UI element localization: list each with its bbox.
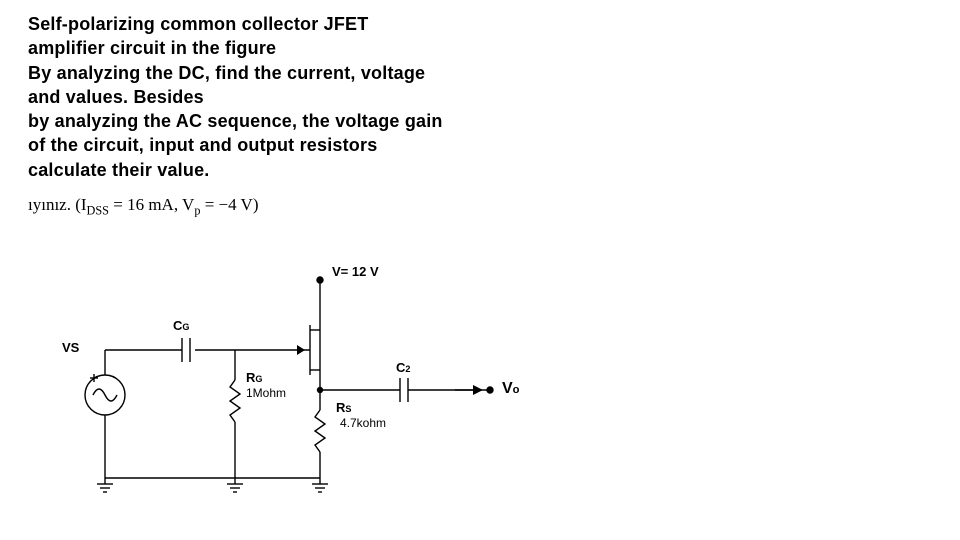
label-vo: Vo [502,380,520,398]
label-supply: V= 12 V [332,264,379,279]
label-c2: C2 [396,360,410,375]
line: by analyzing the AC sequence, the voltag… [28,111,443,131]
line: calculate their value. [28,160,209,180]
label-rg-value: 1Mohm [246,386,286,400]
param-text: ıyınız. (I [28,195,87,214]
parameters-line: ıyınız. (IDSS = 16 mA, Vp = −4 V) [28,195,259,218]
line: By analyzing the DC, find the current, v… [28,63,425,83]
label-rs-value: 4.7kohm [340,416,386,430]
problem-statement: Self-polarizing common collector JFET am… [28,12,628,182]
page: Self-polarizing common collector JFET am… [0,0,960,540]
line: amplifier circuit in the figure [28,38,276,58]
line: Self-polarizing common collector JFET [28,14,368,34]
label-cg: CG [173,318,189,333]
schematic-svg [60,260,620,520]
label-rs: RS [336,400,351,415]
line: of the circuit, input and output resisto… [28,135,377,155]
label-rg: RG [246,370,262,385]
label-vs: VS [62,340,79,355]
idss-sub: DSS [87,203,109,217]
circuit-diagram: V= 12 V VS CG RG 1Mohm RS 4.7kohm C2 Vo [60,260,620,520]
param-text: = 16 mA, V [109,195,194,214]
line: and values. Besides [28,87,204,107]
param-text: = −4 V) [200,195,258,214]
